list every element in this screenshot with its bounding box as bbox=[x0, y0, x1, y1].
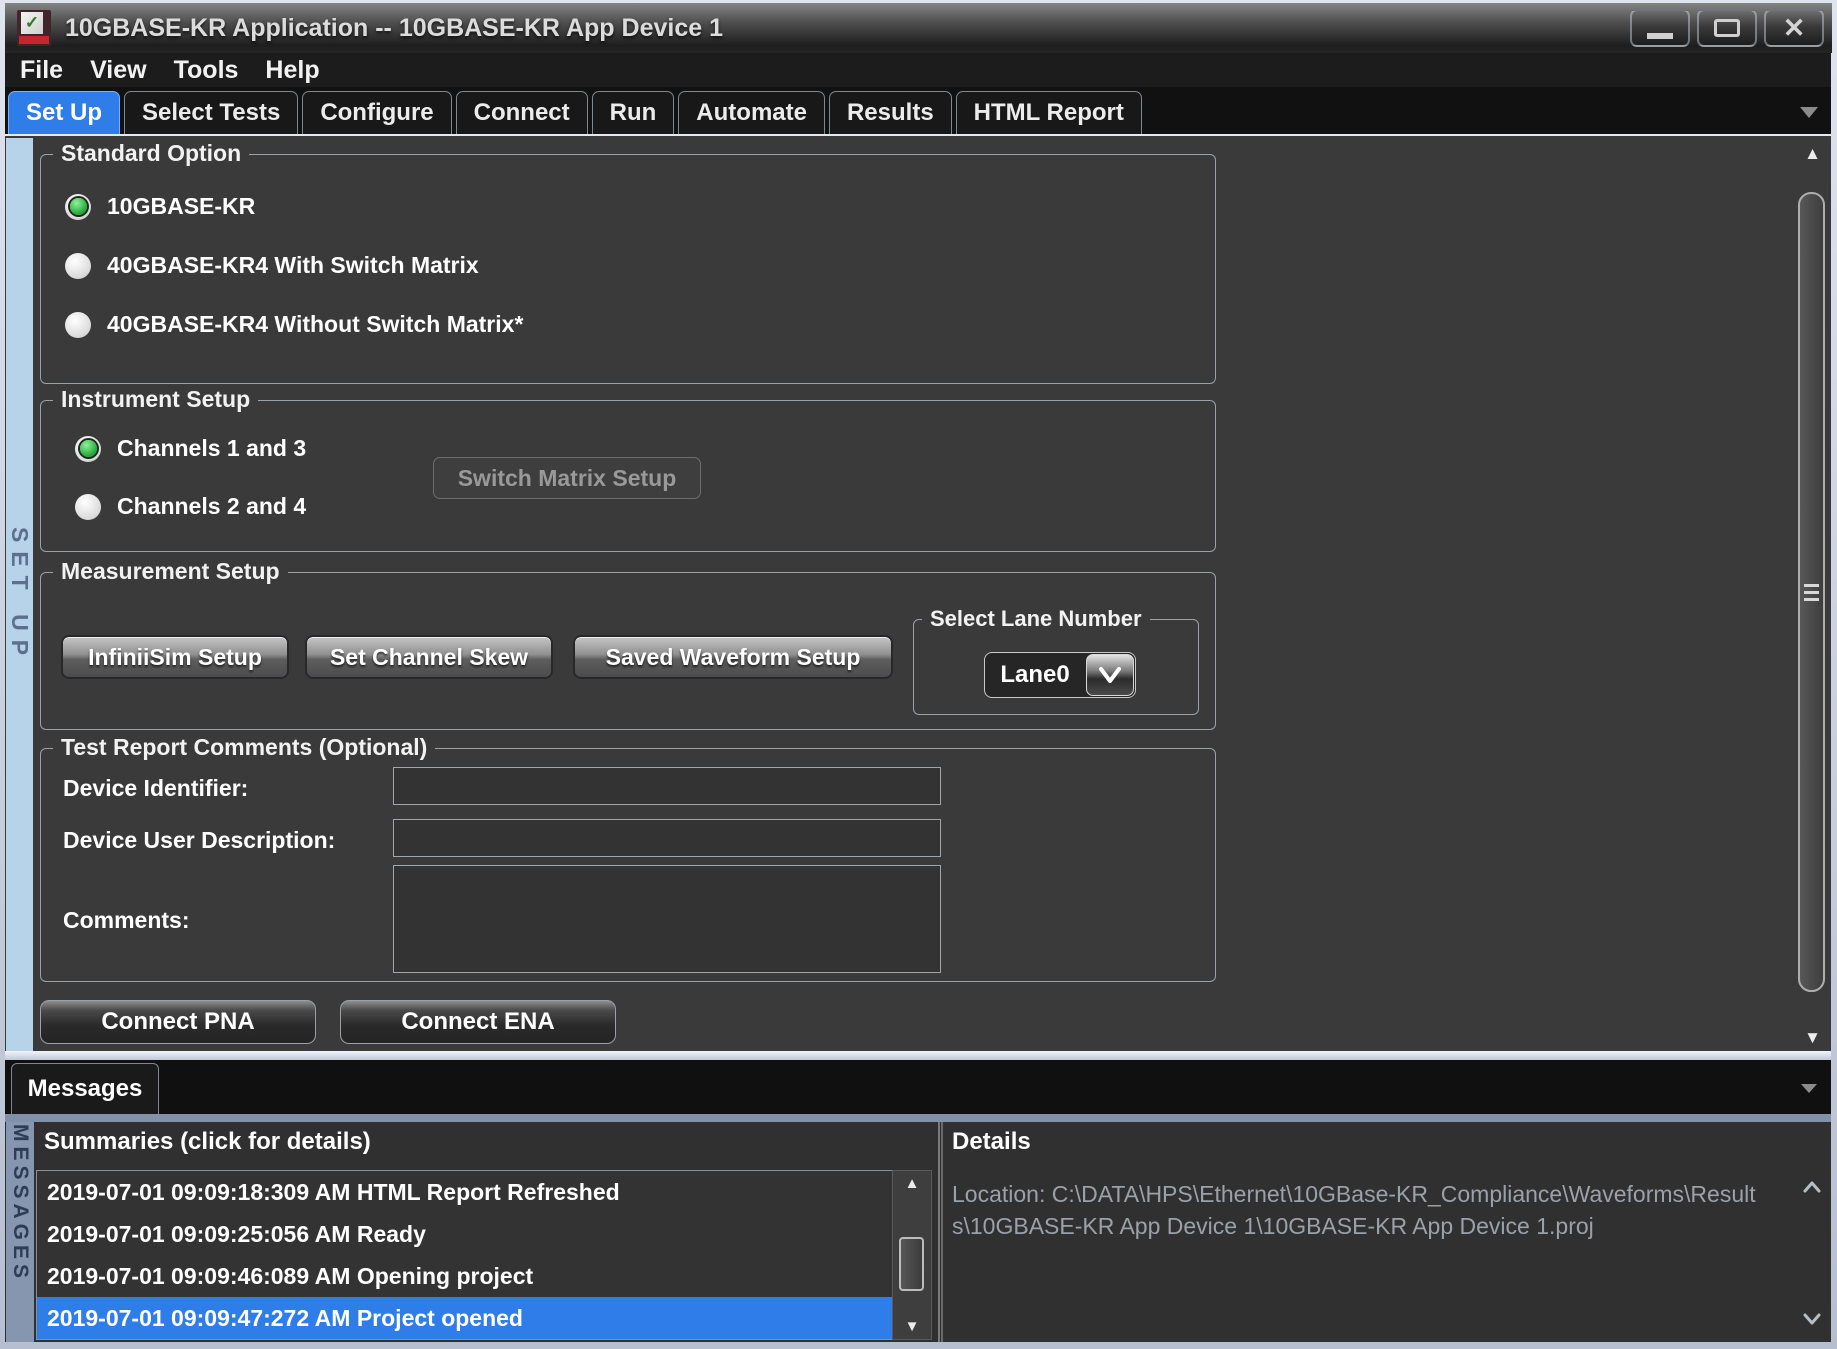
main-scrollbar[interactable]: ▲ ▼ bbox=[1794, 140, 1831, 1052]
comments-label: Comments: bbox=[63, 907, 190, 934]
scroll-down-icon[interactable]: ▼ bbox=[893, 1318, 931, 1335]
select-lane-legend: Select Lane Number bbox=[922, 606, 1150, 632]
setup-side-strip: SET UP bbox=[6, 138, 33, 1054]
details-scroll-down-icon[interactable] bbox=[1802, 1312, 1822, 1326]
minimize-icon bbox=[1647, 33, 1673, 39]
details-scroll-up-icon[interactable] bbox=[1802, 1180, 1822, 1194]
tab-set-up[interactable]: Set Up bbox=[8, 91, 120, 134]
select-lane-group: Select Lane Number Lane0 bbox=[913, 619, 1199, 715]
chevron-down-icon bbox=[1098, 666, 1122, 684]
device-description-label: Device User Description: bbox=[63, 827, 335, 854]
radio-unselected-icon bbox=[75, 494, 101, 520]
measurement-setup-legend: Measurement Setup bbox=[53, 558, 288, 585]
messages-tab-row: Messages bbox=[5, 1060, 1831, 1114]
lane-number-dropdown[interactable]: Lane0 bbox=[984, 652, 1136, 698]
tab-html-report[interactable]: HTML Report bbox=[956, 91, 1142, 134]
messages-side-label: MESSAGES bbox=[8, 1122, 32, 1342]
list-item[interactable]: 2019-07-01 09:09:18:309 AM HTML Report R… bbox=[37, 1171, 892, 1213]
radio-selected-icon bbox=[75, 436, 101, 462]
tab-select-tests[interactable]: Select Tests bbox=[124, 91, 298, 134]
maximize-icon bbox=[1714, 19, 1740, 37]
scrollbar-thumb[interactable] bbox=[899, 1237, 924, 1291]
application-window: ✓ 10GBASE-KR Application -- 10GBASE-KR A… bbox=[0, 0, 1837, 1349]
radio-10gbase-kr[interactable]: 10GBASE-KR bbox=[65, 193, 255, 220]
panel-separator bbox=[5, 1051, 1831, 1060]
standard-option-legend: Standard Option bbox=[53, 140, 249, 167]
lane-dropdown-button[interactable] bbox=[1086, 654, 1134, 696]
radio-unselected-icon bbox=[65, 312, 91, 338]
device-identifier-label: Device Identifier: bbox=[63, 775, 248, 802]
summaries-scrollbar[interactable]: ▲ ▼ bbox=[892, 1170, 932, 1340]
tab-results[interactable]: Results bbox=[829, 91, 952, 134]
summaries-details-divider bbox=[938, 1122, 943, 1342]
instrument-setup-legend: Instrument Setup bbox=[53, 386, 258, 413]
device-identifier-field[interactable] bbox=[393, 767, 941, 805]
menu-tools[interactable]: Tools bbox=[174, 56, 239, 85]
standard-option-group: Standard Option 10GBASE-KR 40GBASE-KR4 W… bbox=[40, 154, 1216, 384]
menu-view[interactable]: View bbox=[90, 56, 147, 85]
tab-messages[interactable]: Messages bbox=[11, 1063, 159, 1114]
tab-overflow-chevron-down-icon[interactable] bbox=[1800, 107, 1818, 118]
test-report-comments-group: Test Report Comments (Optional) Device I… bbox=[40, 748, 1216, 982]
title-bar: ✓ 10GBASE-KR Application -- 10GBASE-KR A… bbox=[5, 3, 1832, 53]
minimize-button[interactable] bbox=[1630, 9, 1690, 47]
messages-side-strip: MESSAGES bbox=[6, 1122, 34, 1342]
setup-side-label: SET UP bbox=[6, 527, 33, 664]
list-item-selected[interactable]: 2019-07-01 09:09:47:272 AM Project opene… bbox=[37, 1297, 892, 1339]
radio-40gbase-kr4-without-switch[interactable]: 40GBASE-KR4 Without Switch Matrix* bbox=[65, 311, 523, 338]
details-text: Location: C:\DATA\HPS\Ethernet\10GBase-K… bbox=[952, 1178, 1798, 1242]
scrollbar-thumb[interactable] bbox=[1798, 192, 1825, 992]
menu-bar: File View Tools Help bbox=[5, 53, 1831, 87]
radio-channels-1-3[interactable]: Channels 1 and 3 bbox=[75, 435, 306, 462]
messages-overflow-chevron-down-icon[interactable] bbox=[1801, 1084, 1817, 1093]
scroll-up-icon[interactable]: ▲ bbox=[893, 1175, 931, 1192]
radio-40gbase-kr4-with-switch[interactable]: 40GBASE-KR4 With Switch Matrix bbox=[65, 252, 479, 279]
scroll-down-icon[interactable]: ▼ bbox=[1794, 1028, 1831, 1048]
window-title: 10GBASE-KR Application -- 10GBASE-KR App… bbox=[65, 14, 723, 43]
app-icon: ✓ bbox=[17, 10, 51, 46]
menu-help[interactable]: Help bbox=[265, 56, 319, 85]
close-icon: ✕ bbox=[1783, 15, 1806, 42]
list-item[interactable]: 2019-07-01 09:09:46:089 AM Opening proje… bbox=[37, 1255, 892, 1297]
menu-file[interactable]: File bbox=[20, 56, 63, 85]
close-button[interactable]: ✕ bbox=[1764, 9, 1824, 47]
maximize-button[interactable] bbox=[1697, 9, 1757, 47]
radio-channels-2-4[interactable]: Channels 2 and 4 bbox=[75, 493, 306, 520]
messages-panel-top-edge bbox=[5, 1114, 1831, 1122]
tab-configure[interactable]: Configure bbox=[302, 91, 451, 134]
scroll-up-icon[interactable]: ▲ bbox=[1794, 144, 1831, 164]
tab-automate[interactable]: Automate bbox=[678, 91, 825, 134]
measurement-setup-group: Measurement Setup InfiniiSim Setup Set C… bbox=[40, 572, 1216, 730]
summaries-list: 2019-07-01 09:09:18:309 AM HTML Report R… bbox=[36, 1170, 892, 1340]
list-item[interactable]: 2019-07-01 09:09:25:056 AM Ready bbox=[37, 1213, 892, 1255]
infiniisim-setup-button[interactable]: InfiniiSim Setup bbox=[61, 635, 289, 679]
radio-selected-icon bbox=[65, 194, 91, 220]
set-channel-skew-button[interactable]: Set Channel Skew bbox=[305, 635, 553, 679]
connect-pna-button[interactable]: Connect PNA bbox=[40, 1000, 316, 1044]
device-description-field[interactable] bbox=[393, 819, 941, 857]
instrument-setup-group: Instrument Setup Channels 1 and 3 Channe… bbox=[40, 400, 1216, 552]
radio-unselected-icon bbox=[65, 253, 91, 279]
tab-connect[interactable]: Connect bbox=[456, 91, 588, 134]
details-header: Details bbox=[952, 1128, 1031, 1156]
tab-bar: Set Up Select Tests Configure Connect Ru… bbox=[5, 87, 1831, 134]
saved-waveform-setup-button[interactable]: Saved Waveform Setup bbox=[573, 635, 893, 679]
test-report-legend: Test Report Comments (Optional) bbox=[53, 734, 435, 761]
summaries-header: Summaries (click for details) bbox=[44, 1128, 371, 1156]
tab-run[interactable]: Run bbox=[592, 91, 675, 134]
switch-matrix-setup-button[interactable]: Switch Matrix Setup bbox=[433, 457, 701, 499]
lane-number-value: Lane0 bbox=[985, 653, 1085, 697]
comments-field[interactable] bbox=[393, 865, 941, 973]
connect-ena-button[interactable]: Connect ENA bbox=[340, 1000, 616, 1044]
